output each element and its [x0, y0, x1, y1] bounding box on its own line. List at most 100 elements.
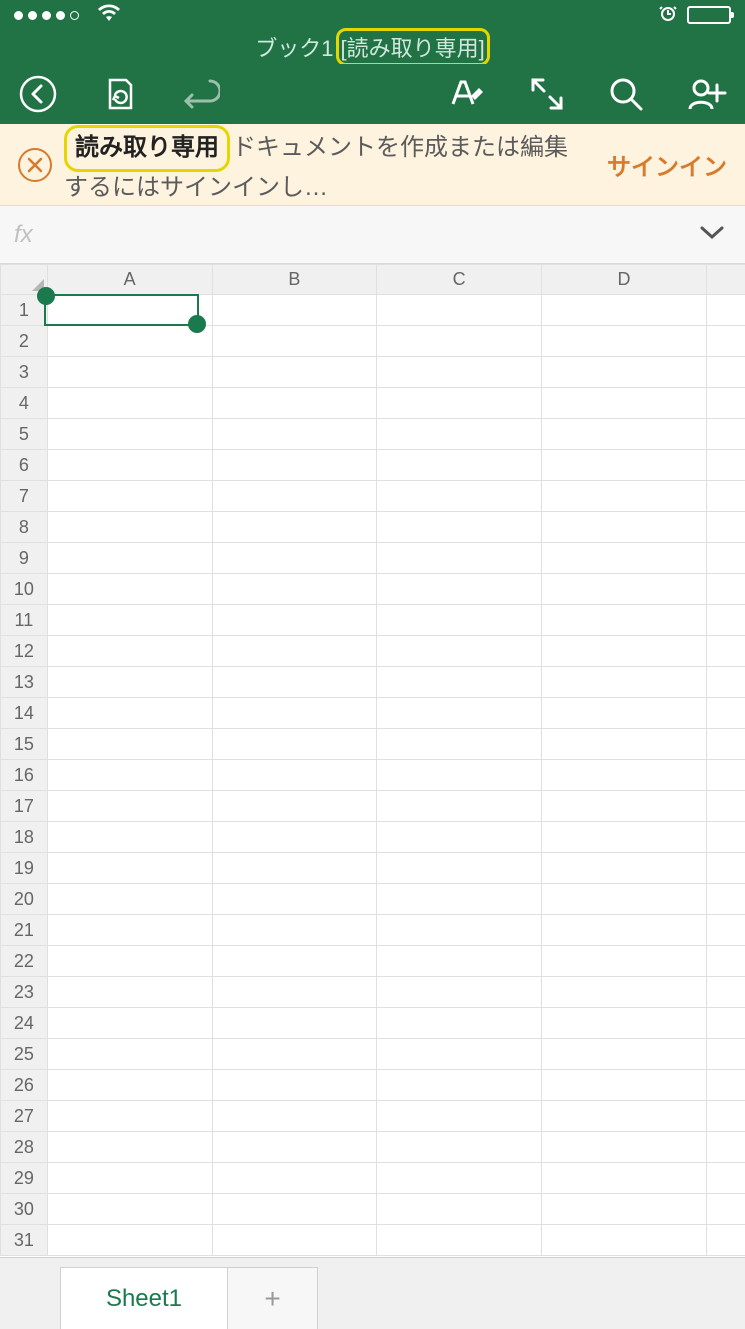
cell[interactable] [47, 1101, 212, 1132]
cell[interactable] [212, 543, 377, 574]
cell[interactable] [47, 543, 212, 574]
cell[interactable] [542, 1225, 707, 1256]
cell[interactable] [47, 1039, 212, 1070]
cell[interactable] [212, 884, 377, 915]
cell[interactable] [212, 977, 377, 1008]
column-header[interactable]: A [47, 265, 212, 295]
cell[interactable] [377, 915, 542, 946]
cell[interactable] [212, 357, 377, 388]
row-header[interactable]: 30 [1, 1194, 48, 1225]
cell[interactable] [542, 946, 707, 977]
cell[interactable] [377, 946, 542, 977]
cell[interactable] [377, 884, 542, 915]
cell[interactable] [706, 357, 745, 388]
cell[interactable] [377, 822, 542, 853]
sheet-tab-active[interactable]: Sheet1 [60, 1267, 228, 1329]
signin-button[interactable]: サインイン [599, 147, 727, 182]
cell[interactable] [212, 636, 377, 667]
cell[interactable] [542, 760, 707, 791]
cell[interactable] [542, 481, 707, 512]
cell[interactable] [542, 698, 707, 729]
cell[interactable] [542, 791, 707, 822]
cell[interactable] [212, 574, 377, 605]
cell[interactable] [706, 1163, 745, 1194]
row-header[interactable]: 29 [1, 1163, 48, 1194]
row-header[interactable]: 3 [1, 357, 48, 388]
cell[interactable] [212, 729, 377, 760]
column-header[interactable]: D [542, 265, 707, 295]
cell[interactable] [377, 698, 542, 729]
cell[interactable] [212, 1101, 377, 1132]
cell[interactable] [377, 326, 542, 357]
cell[interactable] [212, 698, 377, 729]
cell[interactable] [706, 605, 745, 636]
cell[interactable] [377, 1132, 542, 1163]
cell[interactable] [377, 512, 542, 543]
cell[interactable] [47, 853, 212, 884]
cell[interactable] [542, 884, 707, 915]
row-header[interactable]: 13 [1, 667, 48, 698]
cell[interactable] [377, 357, 542, 388]
cell[interactable] [542, 543, 707, 574]
cell[interactable] [47, 605, 212, 636]
cell[interactable] [47, 574, 212, 605]
cell[interactable] [706, 1008, 745, 1039]
row-header[interactable]: 20 [1, 884, 48, 915]
row-header[interactable]: 28 [1, 1132, 48, 1163]
cell[interactable] [212, 1163, 377, 1194]
cell[interactable] [212, 1070, 377, 1101]
format-button[interactable] [447, 74, 487, 114]
spreadsheet-grid[interactable]: ABCD 12345678910111213141516171819202122… [0, 264, 745, 1257]
cell[interactable] [377, 1101, 542, 1132]
cell[interactable] [542, 977, 707, 1008]
row-header[interactable]: 26 [1, 1070, 48, 1101]
cell[interactable] [706, 791, 745, 822]
cell[interactable] [47, 388, 212, 419]
cell[interactable] [212, 822, 377, 853]
row-header[interactable]: 2 [1, 326, 48, 357]
cell[interactable] [212, 481, 377, 512]
row-header[interactable]: 22 [1, 946, 48, 977]
cell[interactable] [377, 636, 542, 667]
cell[interactable] [212, 1039, 377, 1070]
cell[interactable] [377, 667, 542, 698]
cell[interactable] [542, 636, 707, 667]
cell[interactable] [542, 1039, 707, 1070]
cell[interactable] [47, 295, 212, 326]
cell[interactable] [212, 853, 377, 884]
cell[interactable] [706, 326, 745, 357]
cell[interactable] [377, 450, 542, 481]
cell[interactable] [212, 512, 377, 543]
row-header[interactable]: 5 [1, 419, 48, 450]
cell[interactable] [212, 326, 377, 357]
cell[interactable] [542, 388, 707, 419]
cell[interactable] [542, 326, 707, 357]
cell[interactable] [542, 450, 707, 481]
cell[interactable] [377, 1194, 542, 1225]
cell[interactable] [212, 760, 377, 791]
row-header[interactable]: 4 [1, 388, 48, 419]
cell[interactable] [706, 481, 745, 512]
row-header[interactable]: 7 [1, 481, 48, 512]
cell[interactable] [212, 450, 377, 481]
row-header[interactable]: 8 [1, 512, 48, 543]
cell[interactable] [706, 884, 745, 915]
cell[interactable] [377, 791, 542, 822]
cell[interactable] [706, 543, 745, 574]
cell[interactable] [542, 605, 707, 636]
select-all-corner[interactable] [1, 265, 48, 295]
cell[interactable] [706, 915, 745, 946]
cell[interactable] [706, 729, 745, 760]
cell[interactable] [377, 605, 542, 636]
cell[interactable] [542, 419, 707, 450]
cell[interactable] [542, 915, 707, 946]
file-sync-button[interactable] [100, 75, 138, 113]
cell[interactable] [706, 822, 745, 853]
cell[interactable] [47, 1070, 212, 1101]
row-header[interactable]: 24 [1, 1008, 48, 1039]
cell[interactable] [542, 822, 707, 853]
banner-close-button[interactable] [18, 148, 52, 182]
cell[interactable] [542, 729, 707, 760]
cell[interactable] [706, 667, 745, 698]
cell[interactable] [47, 977, 212, 1008]
